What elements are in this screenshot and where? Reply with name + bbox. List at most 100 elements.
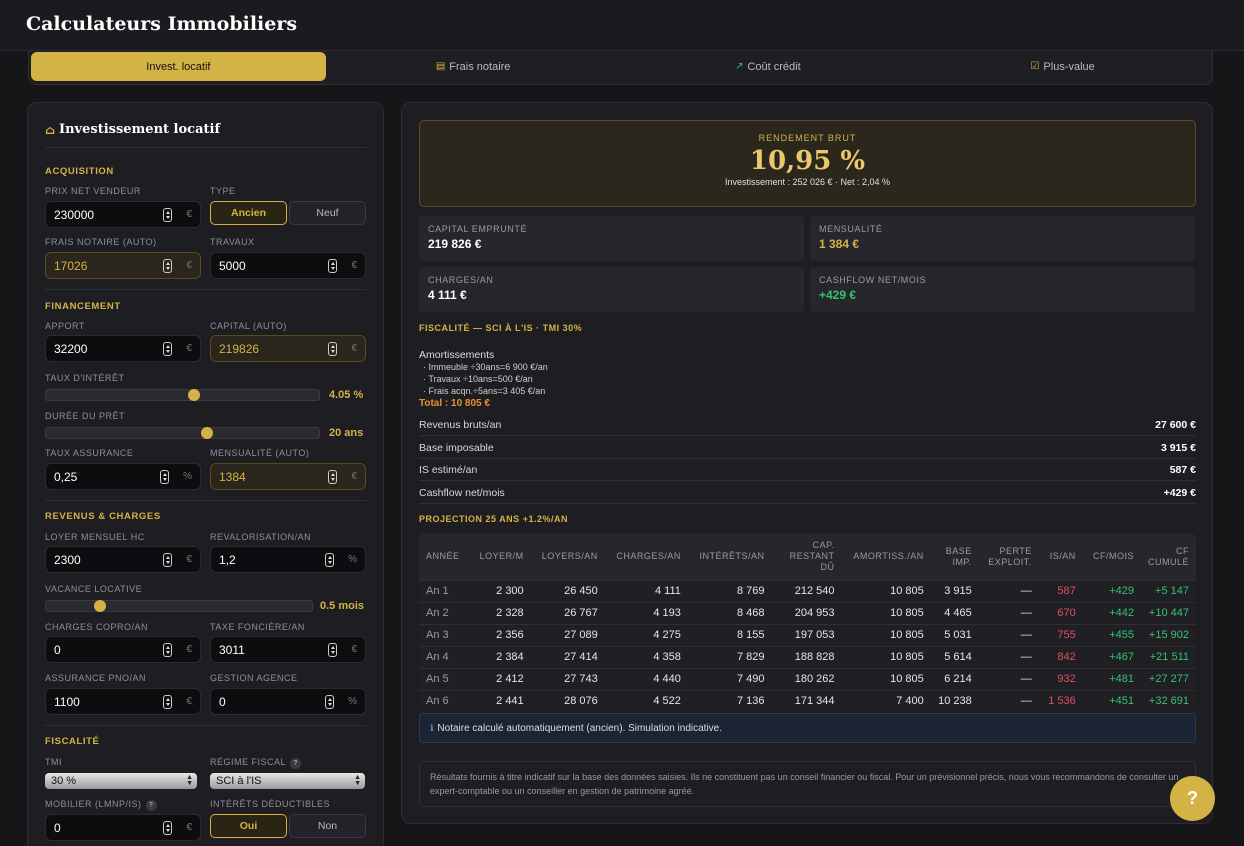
stepper-icon[interactable] — [328, 642, 338, 657]
projection-title: PROJECTION 25 ANS +1.2%/AN — [419, 514, 568, 524]
table-cell: An 6 — [419, 689, 470, 704]
table-cell: 197 053 — [771, 623, 842, 646]
help-icon[interactable]: ? — [290, 758, 302, 769]
prix-label: PRIX NET VENDEUR — [45, 186, 141, 196]
table-cell: 10 805 — [841, 601, 931, 624]
stepper-icon[interactable] — [163, 642, 173, 657]
regime-select[interactable]: SCI à l'IS ▲ ▼ — [210, 773, 365, 789]
table-cell: 7 829 — [687, 645, 772, 668]
table-cell: 26 767 — [530, 601, 605, 624]
app-title: Calculateurs Immobiliers — [26, 13, 298, 35]
assurance-input[interactable]: 0,25% — [45, 463, 201, 490]
tab-cout-credit[interactable]: ↗ Coût crédit — [621, 52, 916, 81]
table-cell: 4 465 — [930, 601, 979, 624]
card-charges: CHARGES/AN 4 111 € — [419, 267, 804, 312]
table-cell: 171 344 — [771, 689, 842, 704]
table-cell: 2 356 — [469, 623, 531, 646]
copro-input[interactable]: 0 € — [45, 636, 201, 663]
copro-label: CHARGES COPRO/AN — [45, 622, 149, 632]
stepper-icon[interactable] — [163, 820, 173, 835]
table-cell: 1 536 — [1038, 689, 1083, 704]
stepper-icon[interactable] — [325, 694, 335, 709]
table-cell: +10 447 — [1140, 601, 1196, 624]
summary-row: Revenus bruts/an 27 600 € — [419, 414, 1196, 436]
help-icon[interactable]: ? — [145, 800, 157, 811]
projection-table[interactable]: ANNÉE LOYER/M LOYERS/AN CHARGES/AN INTÉR… — [419, 534, 1196, 704]
capital-input[interactable]: 219826 € — [210, 335, 366, 362]
pno-input[interactable]: 1100 € — [45, 688, 201, 715]
tmi-select[interactable]: 30 % ▲ ▼ — [45, 773, 197, 789]
vacance-slider-handle[interactable] — [94, 600, 106, 612]
tab-plus-value[interactable]: ☑ Plus-value — [915, 52, 1210, 81]
interets-oui-button[interactable]: Oui — [210, 814, 287, 838]
section-acquisition: ACQUISITION — [45, 166, 114, 177]
info-note: ℹ Notaire calculé automatiquement (ancie… — [419, 713, 1196, 743]
taux-slider-handle[interactable] — [188, 389, 200, 401]
duree-slider-handle[interactable] — [201, 427, 213, 439]
table-cell: 27 089 — [530, 623, 605, 646]
table-cell: 932 — [1038, 667, 1083, 690]
stepper-icon[interactable] — [163, 552, 173, 567]
stepper-icon[interactable] — [163, 341, 173, 356]
duree-value: 20 ans — [329, 427, 364, 439]
frais-input[interactable]: 17026 € — [45, 252, 201, 279]
fonciere-input[interactable]: 3011 € — [210, 636, 366, 663]
section-financement: FINANCEMENT — [45, 301, 121, 312]
table-cell: +429 — [1082, 579, 1141, 602]
table-row: An 32 356 27 089 4 275 8 155 197 053 10 805 5 … — [419, 623, 1196, 646]
stepper-icon[interactable] — [325, 552, 335, 567]
stepper-icon[interactable] — [328, 469, 338, 484]
stepper-icon[interactable] — [163, 694, 173, 709]
table-row: An 22 328 26 767 4 193 8 468 204 953 10 805 4 … — [419, 601, 1196, 624]
table-cell: 10 805 — [841, 623, 931, 646]
table-cell: — — [978, 623, 1039, 646]
table-row: An 62 441 28 076 4 522 7 136 171 344 7 400 10 … — [419, 689, 1196, 704]
table-cell: 7 490 — [687, 667, 772, 690]
vacance-slider[interactable] — [45, 600, 313, 612]
table-row: An 52 412 27 743 4 440 7 490 180 262 10 805 6 … — [419, 667, 1196, 690]
revalo-input[interactable]: 1,2% — [210, 546, 366, 573]
rendement-card: RENDEMENT BRUT 10,95 % Investissement : … — [419, 120, 1196, 207]
stepper-icon[interactable] — [163, 258, 173, 273]
apport-input[interactable]: 32200 € — [45, 335, 201, 362]
revalo-label: REVALORISATION/AN — [210, 532, 312, 542]
table-cell: An 5 — [419, 667, 470, 690]
table-cell: 180 262 — [771, 667, 842, 690]
gestion-label: GESTION AGENCE — [210, 673, 298, 683]
stepper-icon[interactable] — [328, 258, 338, 273]
table-row: An 12 300 26 450 4 111 8 769 212 540 10 805 3 … — [419, 579, 1196, 602]
tab-frais-notaire[interactable]: ▤ Frais notaire — [326, 52, 621, 81]
stepper-icon[interactable] — [328, 341, 338, 356]
table-cell: +5 147 — [1140, 579, 1196, 602]
interets-non-button[interactable]: Non — [289, 814, 366, 838]
type-ancien-button[interactable]: Ancien — [210, 201, 287, 225]
results-panel: RENDEMENT BRUT 10,95 % Investissement : … — [401, 102, 1213, 824]
table-cell: 7 400 — [841, 689, 931, 704]
mobilier-input[interactable]: 0 € — [45, 814, 201, 841]
help-button[interactable]: ? — [1170, 776, 1215, 821]
table-cell: 5 031 — [930, 623, 979, 646]
loyer-input[interactable]: 2300 € — [45, 546, 201, 573]
fonciere-label: TAXE FONCIÈRE/AN — [210, 622, 305, 632]
loyer-label: LOYER MENSUEL HC — [45, 532, 145, 542]
table-cell: 2 300 — [469, 579, 531, 602]
table-cell: +442 — [1082, 601, 1141, 624]
taux-slider[interactable] — [45, 389, 320, 401]
mensualite-input[interactable]: 1384 € — [210, 463, 366, 490]
card-cashflow: CASHFLOW NET/MOIS +429 € — [810, 267, 1195, 312]
travaux-input[interactable]: 5000 € — [210, 252, 366, 279]
stepper-icon[interactable] — [163, 207, 173, 222]
table-cell: — — [978, 689, 1039, 704]
top-bar: Calculateurs Immobiliers — [0, 0, 1244, 51]
type-neuf-button[interactable]: Neuf — [289, 201, 366, 225]
table-cell: +32 691 — [1140, 689, 1196, 704]
duree-slider[interactable] — [45, 427, 320, 439]
stepper-icon[interactable] — [160, 469, 170, 484]
gestion-input[interactable]: 0% — [210, 688, 366, 715]
rendement-value: 10,95 % — [749, 146, 866, 176]
frais-label: FRAIS NOTAIRE (AUTO) — [45, 237, 157, 247]
prix-input[interactable]: 230000 € — [45, 201, 201, 228]
table-cell: 204 953 — [771, 601, 842, 624]
table-row: An 42 384 27 414 4 358 7 829 188 828 10 805 5 … — [419, 645, 1196, 668]
tab-invest-locatif[interactable]: Invest. locatif — [31, 52, 326, 81]
